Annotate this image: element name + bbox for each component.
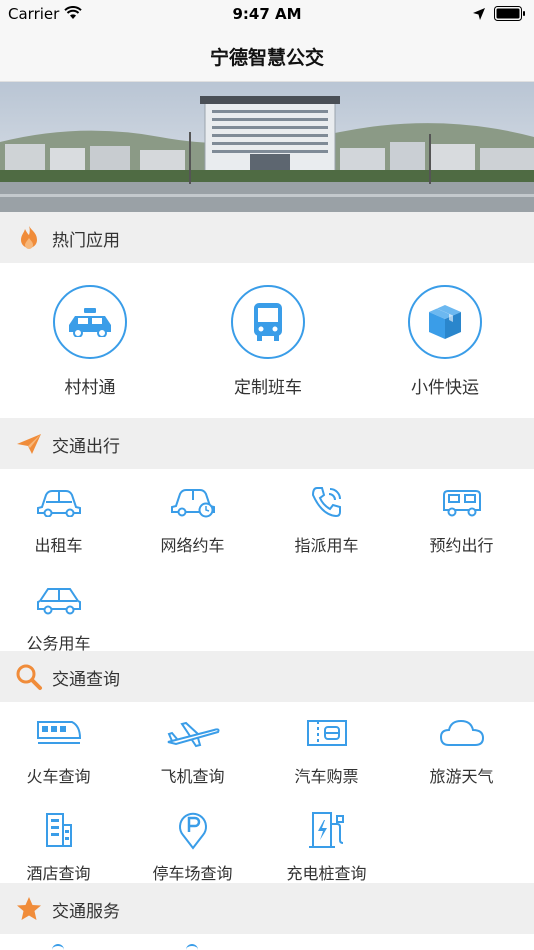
clock: 9:47 AM [232, 5, 302, 23]
grid-item-label: 充电桩查询 [286, 864, 367, 883]
paper-plane-icon [17, 434, 41, 454]
package-icon [429, 305, 461, 339]
car-icon [36, 490, 81, 517]
grid-item-label: 火车查询 [26, 767, 91, 786]
location-arrow-icon [473, 8, 485, 20]
building-photo [0, 82, 534, 212]
hot-app-parcel-delivery[interactable]: 小件快运 [365, 285, 525, 398]
hot-app-label: 村村通 [64, 378, 116, 398]
banner-image[interactable] [0, 82, 534, 212]
phone-icon [311, 487, 341, 518]
page-title: 宁德智慧公交 [209, 47, 324, 69]
parking-icon [178, 812, 207, 850]
section-header-transport: 交通出行 [0, 418, 534, 469]
taxi-icon [69, 308, 111, 337]
grid-item-label: 汽车购票 [294, 767, 359, 786]
section-title: 交通出行 [52, 437, 120, 457]
partial-icon [186, 944, 198, 950]
train-icon [36, 721, 81, 744]
grid-item-label: 预约出行 [429, 536, 494, 555]
section-title: 热门应用 [52, 231, 120, 251]
section-title: 交通查询 [52, 670, 120, 690]
grid-item-label: 酒店查询 [26, 864, 91, 883]
grid-item-assigned-car[interactable]: 指派用车 [260, 482, 393, 556]
grid-item-charger-query[interactable]: 充电桩查询 [260, 810, 393, 884]
bus-ticket-icon [306, 720, 347, 746]
plane-icon [167, 721, 219, 748]
section-header-query: 交通查询 [0, 651, 534, 702]
search-icon [16, 664, 42, 690]
grid-item-label: 指派用车 [294, 536, 359, 555]
grid-item-bus-ticket[interactable]: 汽车购票 [260, 713, 393, 787]
star-icon [17, 897, 41, 920]
grid-item-label: 停车场查询 [152, 864, 233, 883]
hot-app-village-bus[interactable]: 村村通 [10, 285, 170, 398]
grid-item-label: 飞机查询 [160, 767, 225, 786]
grid-item-scheduled-trip[interactable]: 预约出行 [395, 482, 528, 556]
section-header-service: 交通服务 [0, 883, 534, 934]
grid-item-parking-query[interactable]: 停车场查询 [126, 810, 259, 884]
grid-item-hotel-query[interactable]: 酒店查询 [0, 810, 125, 884]
hot-app-label: 小件快运 [411, 378, 479, 398]
grid-item-taxi[interactable]: 出租车 [0, 482, 125, 556]
navigation-bar: 宁德智慧公交 [0, 30, 534, 82]
hot-app-label: 定制班车 [234, 378, 302, 398]
grid-item-ride-hailing[interactable]: 网络约车 [126, 482, 259, 556]
grid-item-train-query[interactable]: 火车查询 [0, 713, 125, 787]
hotel-icon [45, 813, 72, 847]
hot-app-custom-shuttle[interactable]: 定制班车 [188, 285, 348, 398]
car-clock-icon [170, 489, 215, 518]
grid-item-official-car[interactable]: 公务用车 [0, 580, 125, 654]
grid-item-travel-weather[interactable]: 旅游天气 [395, 713, 528, 787]
grid-item-label: 网络约车 [160, 536, 225, 555]
charger-icon [308, 812, 344, 848]
van-icon [442, 490, 481, 517]
section-header-hot-apps: 热门应用 [0, 212, 534, 263]
partial-icon [52, 944, 64, 950]
flame-icon [21, 226, 37, 249]
battery-icon [494, 6, 525, 21]
grid-item-label: 旅游天气 [429, 767, 494, 786]
bus-icon [254, 303, 282, 341]
section-title: 交通服务 [52, 902, 120, 922]
grid-item-label: 出租车 [34, 536, 83, 555]
status-bar: Carrier 9:47 AM [0, 0, 534, 30]
official-car-icon [36, 588, 81, 615]
cloud-icon [439, 719, 484, 746]
grid-item-flight-query[interactable]: 飞机查询 [126, 713, 259, 787]
